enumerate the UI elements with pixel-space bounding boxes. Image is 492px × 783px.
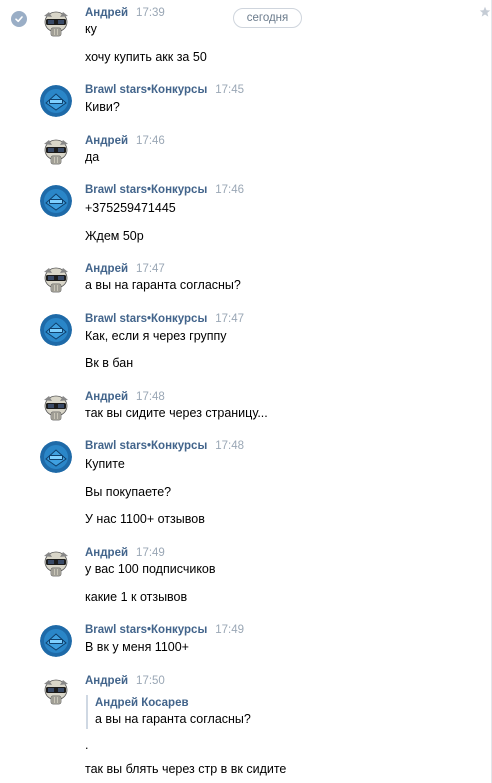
author-name[interactable]: Андрей [85, 7, 128, 19]
author-name[interactable]: Brawl stars•Конкурсы [85, 84, 207, 96]
message-text: Купите [85, 457, 125, 471]
message-time[interactable]: 17:49 [215, 624, 244, 636]
author-name[interactable]: Андрей [85, 547, 128, 559]
message-time[interactable]: 17:47 [136, 263, 165, 275]
message-text: Вы покупаете? [85, 485, 172, 499]
brawl-stars-avatar[interactable] [40, 185, 72, 217]
brawl-stars-avatar[interactable] [40, 441, 72, 473]
message-text: Вк в бан [85, 356, 134, 370]
message-author[interactable]: Brawl stars•Конкурсы 17:48 [85, 440, 244, 452]
author-name[interactable]: Андрей [85, 263, 128, 275]
message-text: +375259471445 [85, 201, 176, 215]
message-text: так вы блять через стр в вк сидите [85, 762, 287, 776]
message-text: хочу купить акк за 50 [85, 50, 207, 64]
author-name[interactable]: Андрей [85, 675, 128, 687]
message-time[interactable]: 17:46 [215, 184, 244, 196]
message-text: у вас 100 подписчиков [85, 562, 216, 576]
message-text: ку [85, 22, 97, 36]
quote-text: а вы на гаранта согласны? [95, 712, 251, 726]
author-name[interactable]: Brawl stars•Конкурсы [85, 184, 207, 196]
author-name[interactable]: Brawl stars•Конкурсы [85, 440, 207, 452]
message-time[interactable]: 17:50 [136, 675, 165, 687]
date-divider: сегодня [233, 8, 302, 28]
message-author[interactable]: Brawl stars•Конкурсы 17:45 [85, 84, 244, 96]
message-text: Ждем 50р [85, 229, 144, 243]
brawl-stars-avatar[interactable] [40, 625, 72, 657]
message-text: какие 1 к отзывов [85, 590, 188, 604]
message-time[interactable]: 17:47 [215, 313, 244, 325]
message-time[interactable]: 17:45 [215, 84, 244, 96]
message-time[interactable]: 17:48 [215, 440, 244, 452]
author-name[interactable]: Brawl stars•Конкурсы [85, 624, 207, 636]
skull-avatar[interactable] [40, 264, 72, 296]
check-icon[interactable] [11, 11, 27, 27]
skull-avatar[interactable] [40, 136, 72, 168]
quote-bar [86, 695, 88, 729]
message-author[interactable]: Brawl stars•Конкурсы 17:49 [85, 624, 244, 636]
message-time[interactable]: 17:49 [136, 547, 165, 559]
message-author[interactable]: Андрей 17:46 [85, 135, 165, 147]
author-name[interactable]: Андрей [85, 391, 128, 403]
author-name[interactable]: Андрей [85, 135, 128, 147]
skull-avatar[interactable] [40, 8, 72, 40]
skull-avatar[interactable] [40, 392, 72, 424]
message-text: Киви? [85, 100, 120, 114]
message-time[interactable]: 17:48 [136, 391, 165, 403]
message-text: . [85, 738, 89, 752]
skull-avatar[interactable] [40, 548, 72, 580]
message-text: так вы сидите через страницу... [85, 406, 268, 420]
message-author[interactable]: Андрей 17:49 [85, 547, 165, 559]
brawl-stars-avatar[interactable] [40, 85, 72, 117]
author-name[interactable]: Brawl stars•Конкурсы [85, 313, 207, 325]
message-text: Как, если я через группу [85, 329, 227, 343]
message-text: да [85, 150, 100, 164]
message-author[interactable]: Андрей 17:47 [85, 263, 165, 275]
message-time[interactable]: 17:39 [136, 7, 165, 19]
message-author[interactable]: Андрей 17:48 [85, 391, 165, 403]
message-text: В вк у меня 1100+ [85, 640, 189, 654]
brawl-stars-avatar[interactable] [40, 314, 72, 346]
message-author[interactable]: Андрей 17:50 [85, 675, 165, 687]
message-text: У нас 1100+ отзывов [85, 512, 205, 526]
star-icon[interactable] [479, 6, 491, 18]
message-author[interactable]: Андрей 17:39 [85, 7, 165, 19]
quote-author[interactable]: Андрей Косарев [95, 697, 189, 709]
skull-avatar[interactable] [40, 676, 72, 708]
message-time[interactable]: 17:46 [136, 135, 165, 147]
message-author[interactable]: Brawl stars•Конкурсы 17:47 [85, 313, 244, 325]
message-text: а вы на гаранта согласны? [85, 278, 241, 292]
message-author[interactable]: Brawl stars•Конкурсы 17:46 [85, 184, 244, 196]
